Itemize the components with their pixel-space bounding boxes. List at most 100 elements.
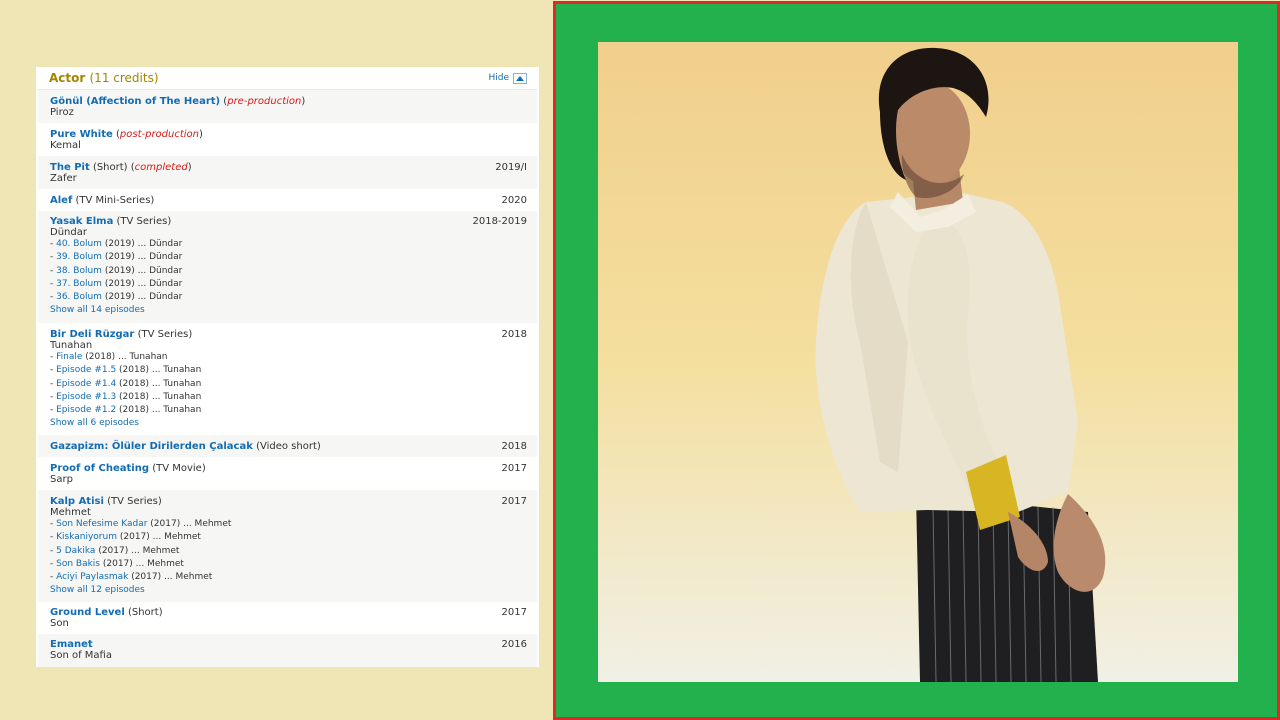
episode-link[interactable]: Son Bakis (56, 559, 100, 569)
hide-control[interactable]: Hide (488, 72, 527, 84)
credit-type: (Short) (127, 607, 163, 618)
credit-title-link[interactable]: Emanet (50, 639, 93, 650)
episode-link[interactable]: 38. Bolum (56, 266, 102, 276)
episode-role: ... Mehmet (164, 572, 213, 583)
credit-row: Pure White (post-production) Kemal (38, 123, 537, 156)
episode-year: (2017) (98, 545, 129, 556)
episode-link[interactable]: 36. Bolum (56, 292, 102, 302)
credit-type: (Video short) (256, 441, 321, 452)
episode-link[interactable]: 5 Dakika (56, 546, 95, 556)
credit-title-link[interactable]: Gazapizm: Ölüler Dirilerden Çalacak (50, 441, 253, 452)
credit-title-link[interactable]: Proof of Cheating (50, 463, 149, 474)
episode-link[interactable]: Kiskaniyorum (56, 532, 117, 542)
credit-title-link[interactable]: Pure White (50, 129, 113, 140)
credit-row: The Pit (Short) (completed) 2019/I Zafer (38, 156, 537, 189)
credit-type: (TV Mini-Series) (75, 195, 155, 206)
credit-type: (TV Series) (107, 496, 162, 507)
episode-role: ... Mehmet (135, 558, 184, 569)
credit-year: 2016 (501, 639, 527, 650)
hide-link[interactable]: Hide (488, 73, 509, 83)
credit-title-link[interactable]: Bir Deli Rüzgar (50, 329, 134, 340)
credit-role: Son of Mafia (50, 650, 112, 661)
episode-item: - 39. Bolum (2019) ... Dündar (50, 252, 183, 263)
credit-year: 2019/I (495, 162, 527, 173)
episode-role: ... Tunahan (151, 365, 202, 376)
collapse-button[interactable] (513, 72, 527, 84)
episode-role: ... Dündar (137, 239, 183, 249)
episode-role: ... Tunahan (151, 405, 202, 416)
credit-status: pre-production (227, 96, 302, 107)
episode-item: - 38. Bolum (2019) ... Dündar (50, 265, 183, 276)
show-all-episodes-link[interactable]: Show all 14 episodes (50, 304, 527, 317)
credit-title-link[interactable]: The Pit (50, 162, 90, 173)
credit-heading: Bir Deli Rüzgar (TV Series) (50, 329, 192, 340)
episode-role: ... Dündar (137, 265, 183, 276)
credit-role: Kemal (50, 140, 81, 151)
credit-row: Gönül (Affection of The Heart) (pre-prod… (38, 90, 537, 123)
episode-link[interactable]: Aciyi Paylasmak (56, 572, 128, 582)
credit-line: Gazapizm: Ölüler Dirilerden Çalacak (Vid… (50, 441, 527, 452)
episode-link[interactable]: 39. Bolum (56, 252, 102, 262)
credit-type: (Short) (92, 162, 128, 173)
show-all-episodes-link[interactable]: Show all 12 episodes (50, 584, 527, 597)
triangle-up-icon (516, 75, 524, 81)
episode-item: - 37. Bolum (2019) ... Dündar (50, 278, 183, 289)
credit-title-link[interactable]: Kalp Atisi (50, 496, 104, 507)
credit-line: Pure White (post-production) (50, 129, 527, 140)
episode-link[interactable]: 40. Bolum (56, 239, 102, 249)
episode-year: (2017) (131, 572, 162, 583)
episode-role: ... Dündar (137, 292, 183, 303)
episode-role: ... Dündar (137, 252, 183, 263)
credit-year: 2018 (501, 329, 527, 340)
credit-year: 2017 (501, 463, 527, 474)
episode-year: (2017) (119, 532, 150, 543)
credit-title-link[interactable]: Alef (50, 195, 72, 206)
episode-link[interactable]: Episode #1.5 (56, 365, 116, 375)
episode-item: - 36. Bolum (2019) ... Dündar (50, 292, 183, 303)
episode-year: (2018) (119, 378, 149, 389)
episode-item: - 5 Dakika (2017) ... Mehmet (50, 545, 180, 556)
credit-line: Proof of Cheating (TV Movie) 2017 (50, 463, 527, 474)
credit-heading: Ground Level (Short) (50, 607, 163, 618)
credit-title-link[interactable]: Gönül (Affection of The Heart) (50, 96, 220, 107)
actor-portrait-photo (598, 42, 1238, 682)
show-all-episodes-link[interactable]: Show all 6 episodes (50, 417, 527, 430)
episode-item: - Episode #1.3 (2018) ... Tunahan (50, 391, 202, 402)
credit-line: Bir Deli Rüzgar (TV Series) 2018 (50, 329, 527, 340)
episode-year: (2019) (104, 252, 135, 263)
episode-role: ... Mehmet (131, 545, 180, 556)
episode-link[interactable]: 37. Bolum (56, 279, 102, 289)
credit-line: Yasak Elma (TV Series) 2018-2019 (50, 216, 527, 227)
episode-role: ... Mehmet (152, 532, 201, 543)
episode-link[interactable]: Finale (56, 352, 82, 362)
credit-row: Proof of Cheating (TV Movie) 2017 Sarp (38, 457, 537, 490)
credit-heading: Pure White (post-production) (50, 129, 203, 140)
episode-item: - Episode #1.4 (2018) ... Tunahan (50, 378, 202, 389)
filmography-header: Actor (11 credits) Hide (38, 67, 537, 90)
credit-row: Emanet 2016 Son of Mafia (38, 634, 537, 667)
credit-line: Ground Level (Short) 2017 (50, 607, 527, 618)
episode-role: ... Dündar (137, 278, 183, 289)
credit-year: 2020 (501, 195, 527, 206)
episode-link[interactable]: Son Nefesime Kadar (56, 519, 147, 529)
episode-item: - Son Bakis (2017) ... Mehmet (50, 558, 184, 569)
credit-status: post-production (119, 129, 200, 140)
section-title: Actor (11 credits) (49, 71, 159, 85)
section-title-label: Actor (49, 71, 86, 85)
credit-heading: Gazapizm: Ölüler Dirilerden Çalacak (Vid… (50, 441, 321, 452)
episode-link[interactable]: Episode #1.3 (56, 392, 116, 402)
episode-link[interactable]: Episode #1.4 (56, 379, 116, 389)
episode-link[interactable]: Episode #1.2 (56, 405, 116, 415)
filmography-panel: Actor (11 credits) Hide Gönül (Affection… (36, 67, 539, 667)
credit-line: The Pit (Short) (completed) 2019/I (50, 162, 527, 173)
credit-year: 2018-2019 (472, 216, 527, 227)
episode-year: (2019) (104, 239, 135, 249)
portrait-illustration (598, 42, 1238, 682)
credits-count: (11 credits) (89, 71, 159, 85)
credit-title-link[interactable]: Yasak Elma (50, 216, 113, 227)
credit-type: (TV Movie) (152, 463, 206, 474)
credit-role: Sarp (50, 474, 73, 485)
credit-heading: Gönül (Affection of The Heart) (pre-prod… (50, 96, 306, 107)
credit-role: Piroz (50, 107, 74, 118)
credit-title-link[interactable]: Ground Level (50, 607, 125, 618)
